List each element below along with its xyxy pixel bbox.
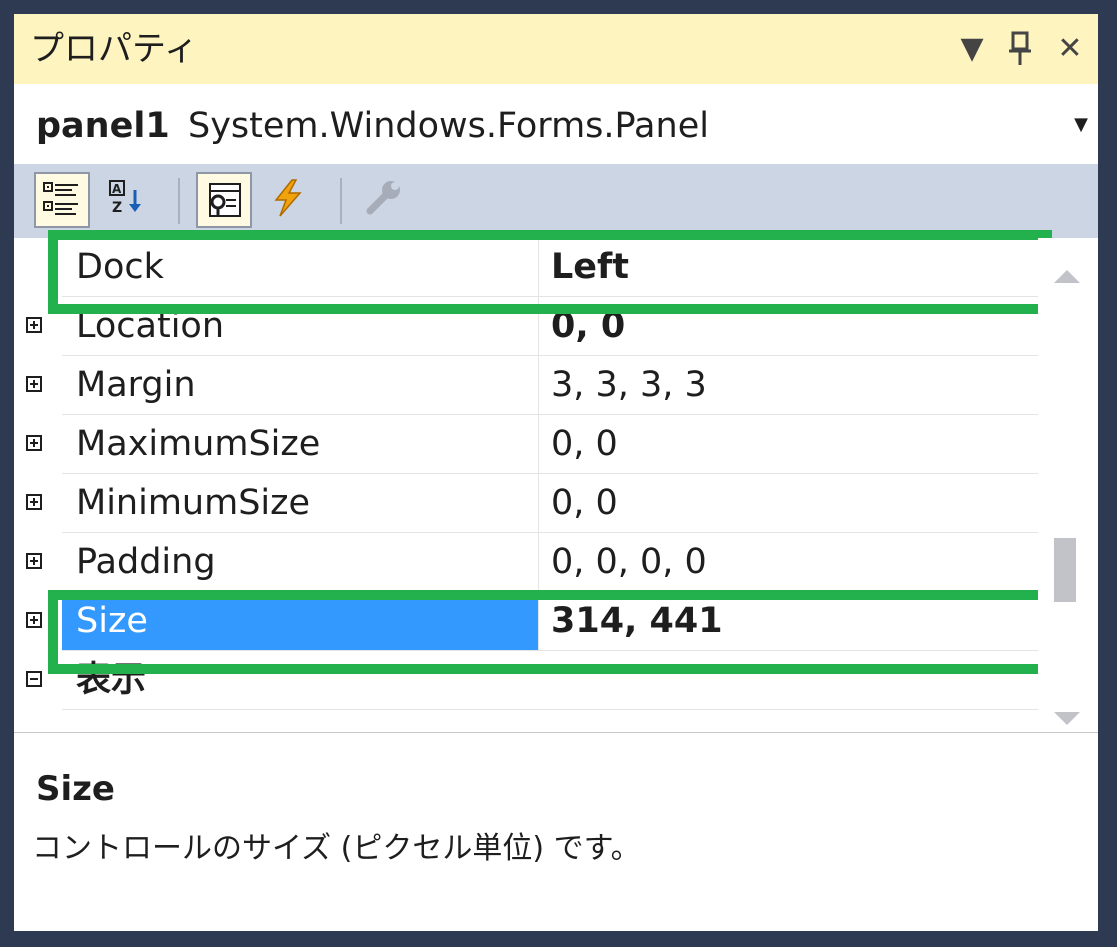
- category-row-display[interactable]: 表示: [14, 651, 1038, 710]
- expand-icon[interactable]: [26, 435, 42, 451]
- scroll-thumb[interactable]: [1054, 538, 1076, 602]
- expand-icon[interactable]: [26, 612, 42, 628]
- property-name[interactable]: Location: [62, 297, 538, 355]
- scroll-up-icon[interactable]: [1054, 270, 1080, 283]
- toolbar-separator: [178, 178, 180, 224]
- property-row-margin[interactable]: Margin 3, 3, 3, 3: [14, 356, 1038, 415]
- svg-text:Z: Z: [112, 200, 122, 216]
- row-margin: [14, 415, 62, 474]
- svg-text:A: A: [112, 182, 122, 196]
- property-row-minimumsize[interactable]: MinimumSize 0, 0: [14, 474, 1038, 533]
- row-margin: [14, 533, 62, 592]
- property-value[interactable]: 3, 3, 3, 3: [538, 356, 1038, 414]
- expand-icon[interactable]: [26, 317, 42, 333]
- property-value[interactable]: 314, 441: [538, 592, 1038, 650]
- close-icon[interactable]: ✕: [1048, 24, 1092, 74]
- row-margin: [14, 238, 62, 297]
- description-text: コントロールのサイズ (ピクセル単位) です。: [32, 831, 641, 866]
- categorized-button[interactable]: [34, 172, 90, 228]
- property-row-maximumsize[interactable]: MaximumSize 0, 0: [14, 415, 1038, 474]
- description-pane: Size コントロールのサイズ (ピクセル単位) です。: [14, 732, 1098, 931]
- vertical-scrollbar[interactable]: [1038, 238, 1098, 732]
- property-name[interactable]: Dock: [62, 238, 538, 296]
- properties-window: プロパティ ▼ ✕ panel1 System.Windows.Forms.Pa…: [14, 14, 1098, 931]
- events-button[interactable]: [262, 172, 318, 228]
- property-row-size[interactable]: Size 314, 441: [14, 592, 1038, 651]
- category-value: [538, 651, 1038, 709]
- toolbar-separator: [340, 178, 342, 224]
- row-margin: [14, 592, 62, 651]
- categorized-icon: [43, 182, 78, 215]
- description-title: Size: [36, 769, 115, 809]
- property-value[interactable]: 0, 0: [538, 415, 1038, 473]
- row-margin: [14, 474, 62, 533]
- scroll-down-icon[interactable]: [1054, 712, 1080, 725]
- property-value[interactable]: 0, 0, 0, 0: [538, 533, 1038, 591]
- property-row-dock[interactable]: Dock Left: [14, 238, 1038, 297]
- expand-icon[interactable]: [26, 494, 42, 510]
- row-margin: [14, 297, 62, 356]
- property-name[interactable]: MaximumSize: [62, 415, 538, 473]
- property-value[interactable]: 0, 0: [538, 474, 1038, 532]
- property-name[interactable]: MinimumSize: [62, 474, 538, 532]
- property-value[interactable]: Left: [538, 238, 1038, 296]
- property-grid[interactable]: Dock Left Location 0, 0 Margin 3, 3, 3, …: [14, 238, 1038, 732]
- expand-icon[interactable]: [26, 553, 42, 569]
- property-row-location[interactable]: Location 0, 0: [14, 297, 1038, 356]
- property-value[interactable]: 0, 0: [538, 297, 1038, 355]
- expand-icon[interactable]: [26, 376, 42, 392]
- title-bar: プロパティ ▼ ✕: [14, 14, 1098, 84]
- property-pages-button[interactable]: [358, 172, 414, 228]
- property-name[interactable]: Margin: [62, 356, 538, 414]
- alphabetical-icon: A Z: [109, 180, 141, 216]
- property-row-padding[interactable]: Padding 0, 0, 0, 0: [14, 533, 1038, 592]
- object-type: System.Windows.Forms.Panel: [188, 106, 709, 146]
- category-name[interactable]: 表示: [62, 651, 538, 709]
- lightning-icon: [274, 179, 302, 217]
- properties-toolbar: A Z: [14, 164, 1098, 238]
- window-menu-dropdown-icon[interactable]: ▼: [950, 24, 994, 74]
- row-margin: [14, 651, 62, 710]
- property-name[interactable]: Padding: [62, 533, 538, 591]
- row-margin: [14, 356, 62, 415]
- collapse-icon[interactable]: [26, 671, 42, 687]
- alphabetical-button[interactable]: A Z: [100, 172, 156, 228]
- object-selector[interactable]: panel1 System.Windows.Forms.Panel ▼: [14, 84, 1098, 164]
- properties-icon: [209, 183, 241, 217]
- properties-button[interactable]: [196, 172, 252, 228]
- pin-icon[interactable]: [998, 24, 1042, 74]
- object-name: panel1: [36, 106, 170, 146]
- window-title: プロパティ: [30, 29, 198, 69]
- chevron-down-icon[interactable]: ▼: [1074, 114, 1088, 135]
- wrench-icon: [366, 181, 400, 215]
- property-name[interactable]: Size: [62, 592, 538, 650]
